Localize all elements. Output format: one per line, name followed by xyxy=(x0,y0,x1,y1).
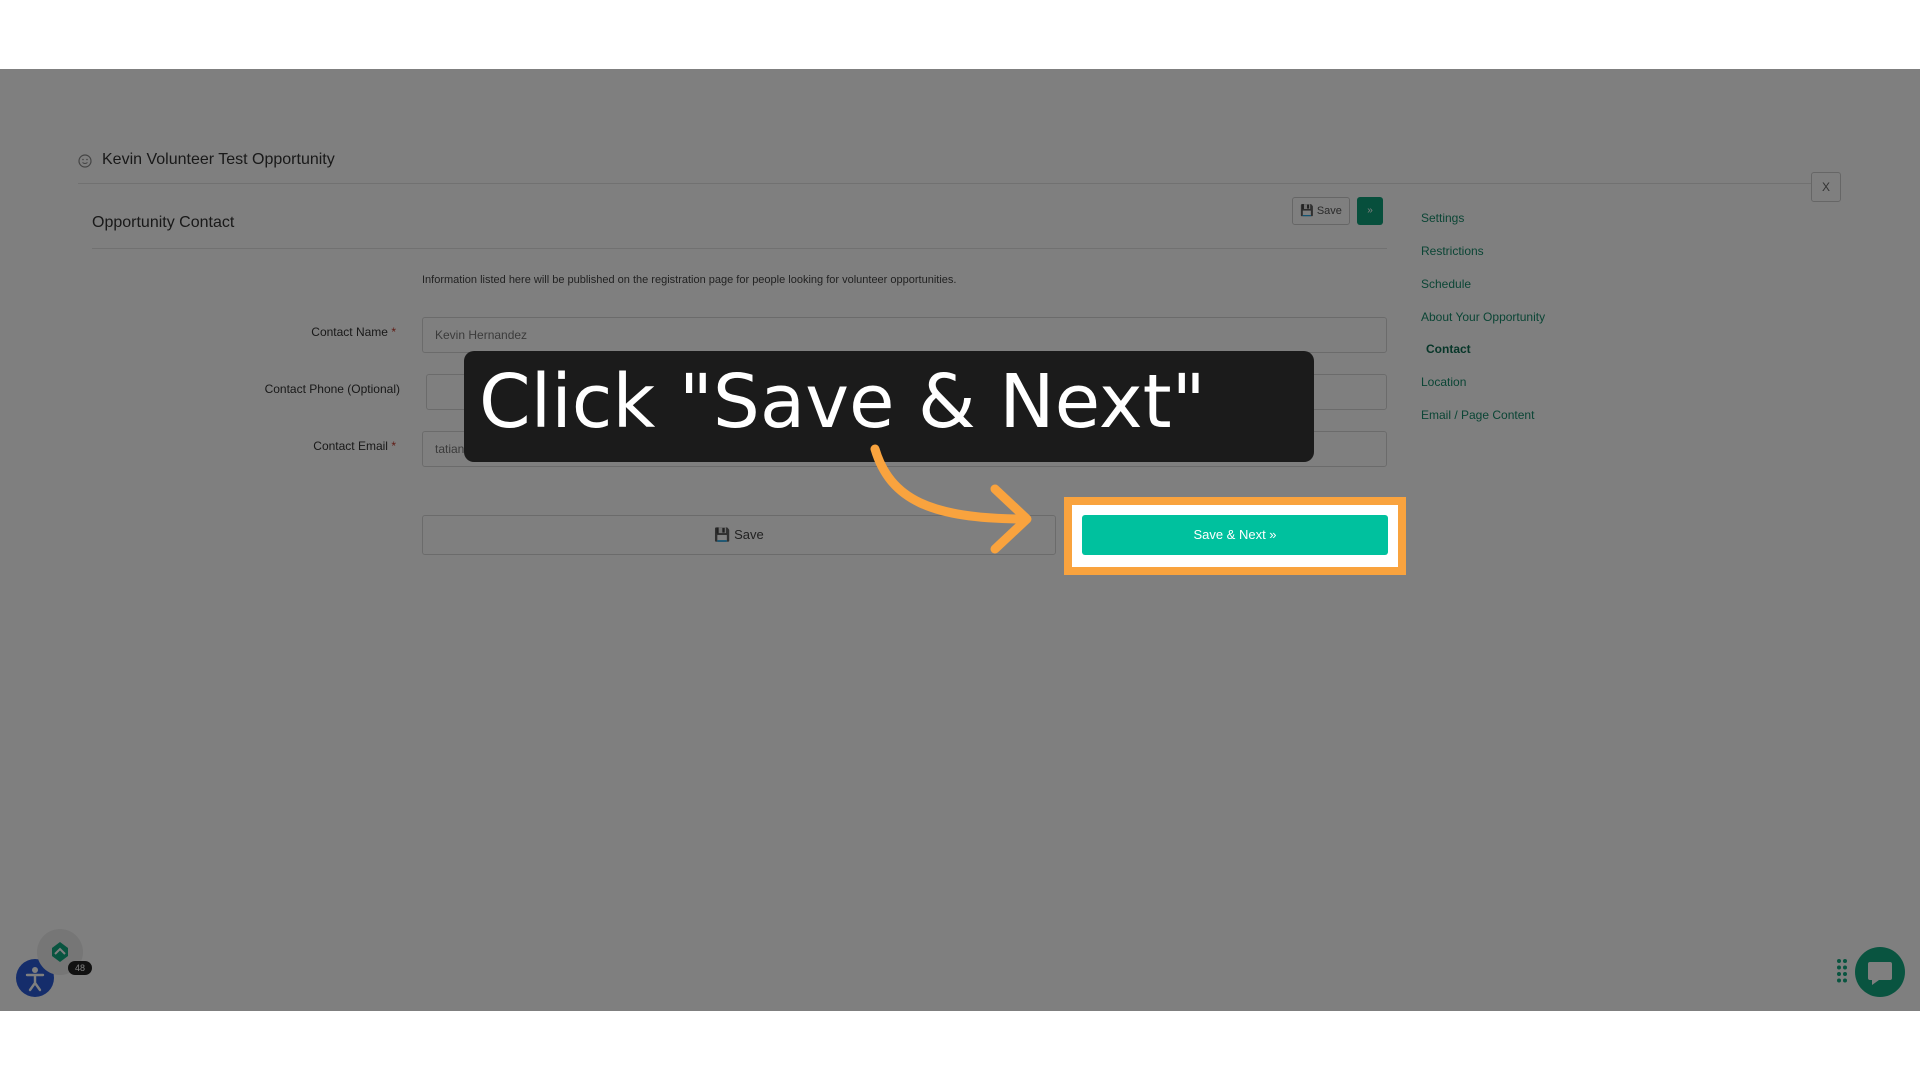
arrow-icon xyxy=(870,444,1032,554)
callout-text: Click "Save & Next" xyxy=(479,359,1206,445)
save-next-button[interactable]: Save & Next » xyxy=(1082,515,1388,555)
app-frame: Kevin Volunteer Test Opportunity X Oppor… xyxy=(0,69,1920,1011)
